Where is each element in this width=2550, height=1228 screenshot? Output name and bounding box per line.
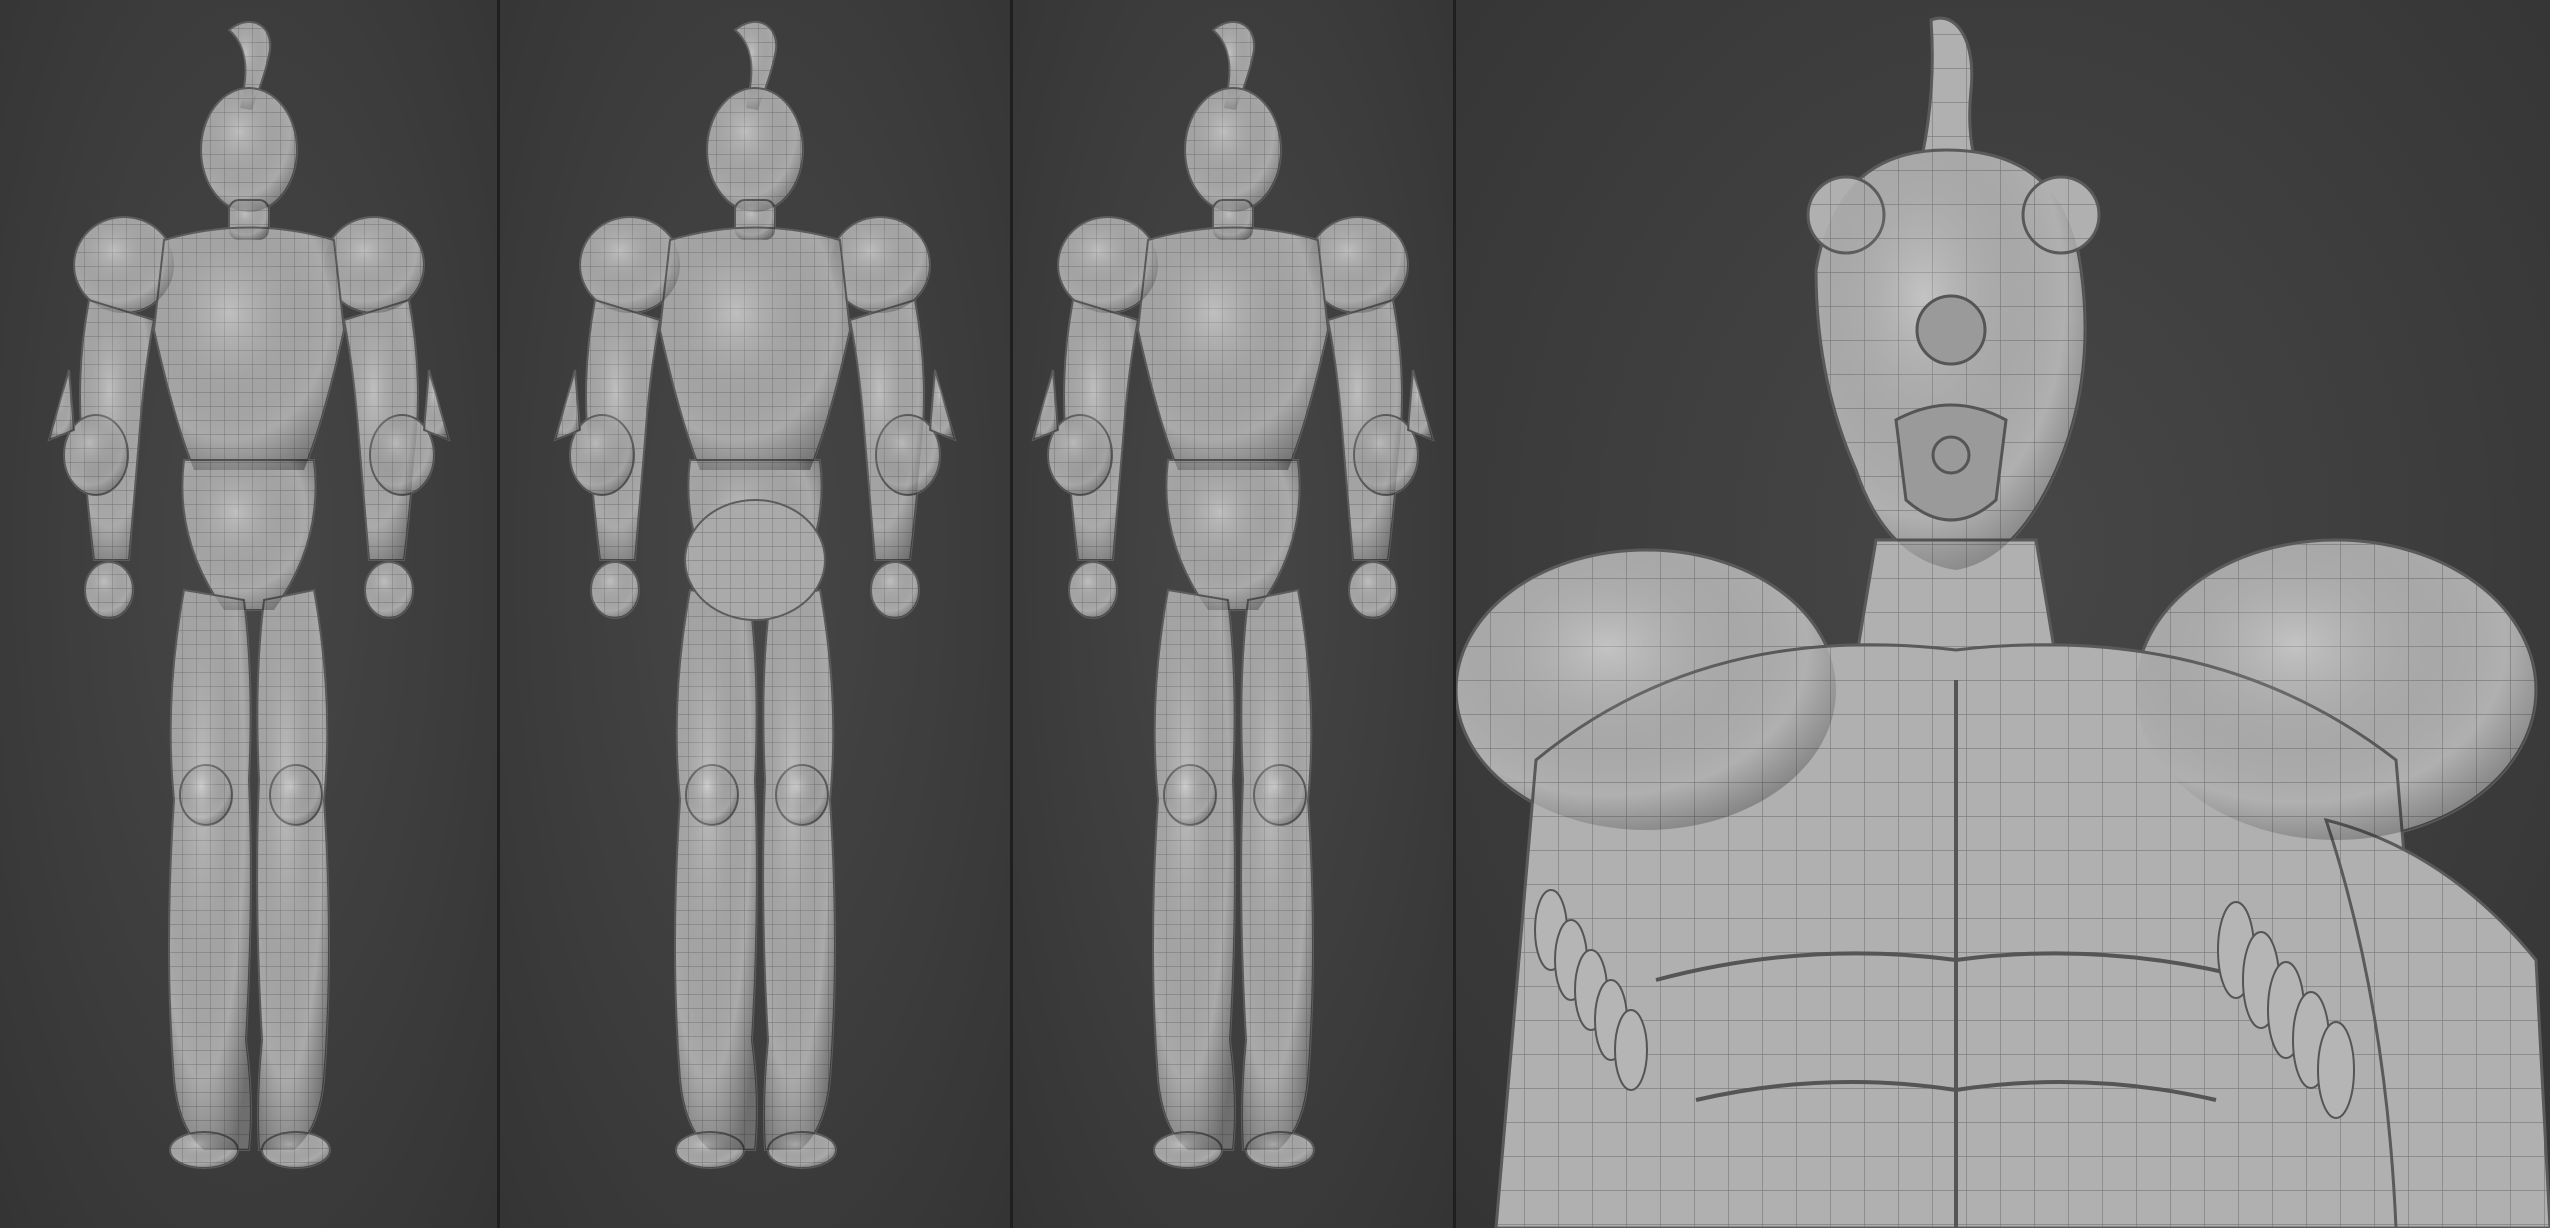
front-view-model bbox=[48, 20, 450, 1169]
three-quarter-view-panel bbox=[1013, 0, 1453, 1228]
turnaround-sheet bbox=[0, 0, 2550, 1228]
closeup-view-model bbox=[1456, 16, 2550, 1228]
closeup-view-panel bbox=[1456, 0, 2550, 1228]
back-view-panel bbox=[500, 0, 1010, 1228]
back-view-model bbox=[554, 20, 956, 1169]
front-view-panel bbox=[0, 0, 497, 1228]
three-quarter-view-model bbox=[1032, 20, 1434, 1169]
